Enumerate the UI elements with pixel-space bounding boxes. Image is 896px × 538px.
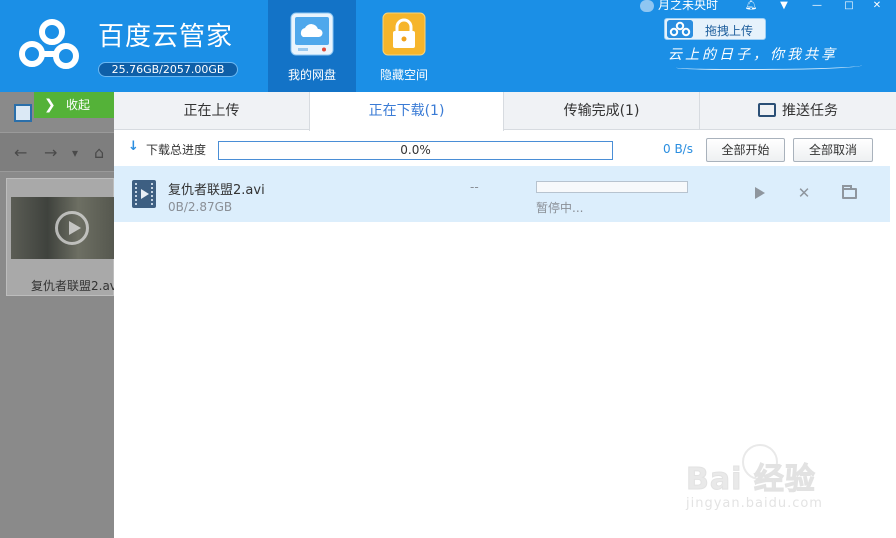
upload-icon[interactable] [14, 104, 32, 122]
video-file-icon [132, 180, 156, 208]
baidu-jingyan-watermark: Bai 经验 jingyan.baidu.com [686, 440, 856, 520]
total-progress-percent: 0.0% [400, 143, 431, 157]
lock-icon [382, 12, 426, 56]
push-monitor-icon [758, 103, 776, 117]
tab-push-tasks[interactable]: 推送任务 [700, 92, 896, 130]
close-icon: ✕ [797, 184, 811, 202]
close-window-button[interactable]: ✕ [866, 0, 888, 14]
nav-hidden-space[interactable]: 隐藏空间 [360, 0, 448, 92]
download-speed: 0 B/s [663, 142, 693, 156]
background-file-browser: ❯ 收起 ← → ▾ ⌂ 复仇者联盟2.avi [0, 92, 120, 538]
notification-bell-icon[interactable]: 🔔︎ [740, 0, 762, 14]
play-icon [755, 187, 765, 199]
tab-completed[interactable]: 传输完成(1) [504, 92, 700, 130]
maximize-button[interactable]: □ [838, 0, 860, 14]
download-total-row: ↓ 下载总进度 0.0% 0 B/s 全部开始 全部取消 [114, 130, 896, 166]
file-progress-bar [536, 181, 688, 193]
watermark-text: Bai 经验 [686, 462, 816, 498]
file-name: 复仇者联盟2.avi [168, 183, 265, 198]
collapse-label: 收起 [66, 98, 91, 112]
user-avatar-icon [640, 0, 654, 12]
storage-quota: 25.76GB/2057.00GB [98, 62, 238, 77]
open-folder-button[interactable] [841, 184, 859, 202]
user-account[interactable]: 月之未央时 [640, 0, 718, 12]
collapse-button[interactable]: ❯ 收起 [34, 92, 114, 118]
title-bar: 百度云管家 25.76GB/2057.00GB 我的网盘 隐藏空间 月之未央时 … [0, 0, 896, 92]
minimize-button[interactable]: — [806, 0, 828, 14]
file-status: 暂停中... [536, 201, 584, 215]
slogan: 云上的日子，你我共享 [668, 47, 838, 63]
total-progress-bar: 0.0% [218, 141, 613, 160]
file-size: 0B/2.87GB [168, 200, 233, 214]
browser-nav-bar: ← → ▾ ⌂ [0, 132, 114, 172]
slogan-swoosh [676, 62, 862, 70]
home-icon[interactable]: ⌂ [94, 143, 104, 162]
nav-my-disk[interactable]: 我的网盘 [268, 0, 356, 92]
video-thumbnail-image [11, 197, 115, 259]
resume-button[interactable] [750, 184, 768, 202]
play-circle-icon [55, 211, 89, 245]
cloud-disk-icon [290, 12, 334, 56]
tab-push-label: 推送任务 [782, 103, 838, 119]
thumbnail-file-name: 复仇者联盟2.avi [31, 279, 121, 293]
forward-arrow-icon[interactable]: → [44, 143, 57, 162]
menu-dropdown-icon[interactable]: ▼ [773, 0, 795, 14]
file-speed: -- [470, 180, 479, 194]
chevron-right-icon: ❯ [44, 97, 56, 113]
drag-upload-button[interactable]: 拖拽上传 [664, 18, 766, 40]
table-row[interactable]: 复仇者联盟2.avi 0B/2.87GB -- 暂停中... ✕ [114, 166, 890, 222]
scrollbar[interactable] [890, 130, 896, 538]
app-title: 百度云管家 [98, 22, 234, 52]
nav-label: 我的网盘 [287, 68, 336, 82]
download-total-label: 下载总进度 [146, 143, 207, 157]
back-arrow-icon[interactable]: ← [14, 143, 27, 162]
file-thumbnail[interactable]: 复仇者联盟2.avi [6, 178, 120, 296]
drag-upload-label: 拖拽上传 [705, 24, 754, 38]
cancel-all-button[interactable]: 全部取消 [793, 138, 873, 162]
delete-task-button[interactable]: ✕ [795, 184, 813, 202]
download-arrow-icon: ↓ [128, 139, 139, 154]
tab-uploading[interactable]: 正在上传 [114, 92, 310, 130]
start-all-button[interactable]: 全部开始 [706, 138, 785, 162]
folder-icon [842, 185, 857, 199]
user-name: 月之未央时 [658, 0, 719, 12]
nav-label: 隐藏空间 [379, 68, 428, 82]
transfer-tabs: 正在上传 正在下载(1) 传输完成(1) 推送任务 [114, 92, 896, 131]
watermark-url: jingyan.baidu.com [686, 496, 823, 511]
baidu-cloud-logo-icon [19, 19, 79, 69]
tab-downloading[interactable]: 正在下载(1) [309, 92, 504, 131]
baidu-cloud-small-icon [667, 20, 693, 38]
dropdown-icon[interactable]: ▾ [72, 146, 78, 160]
